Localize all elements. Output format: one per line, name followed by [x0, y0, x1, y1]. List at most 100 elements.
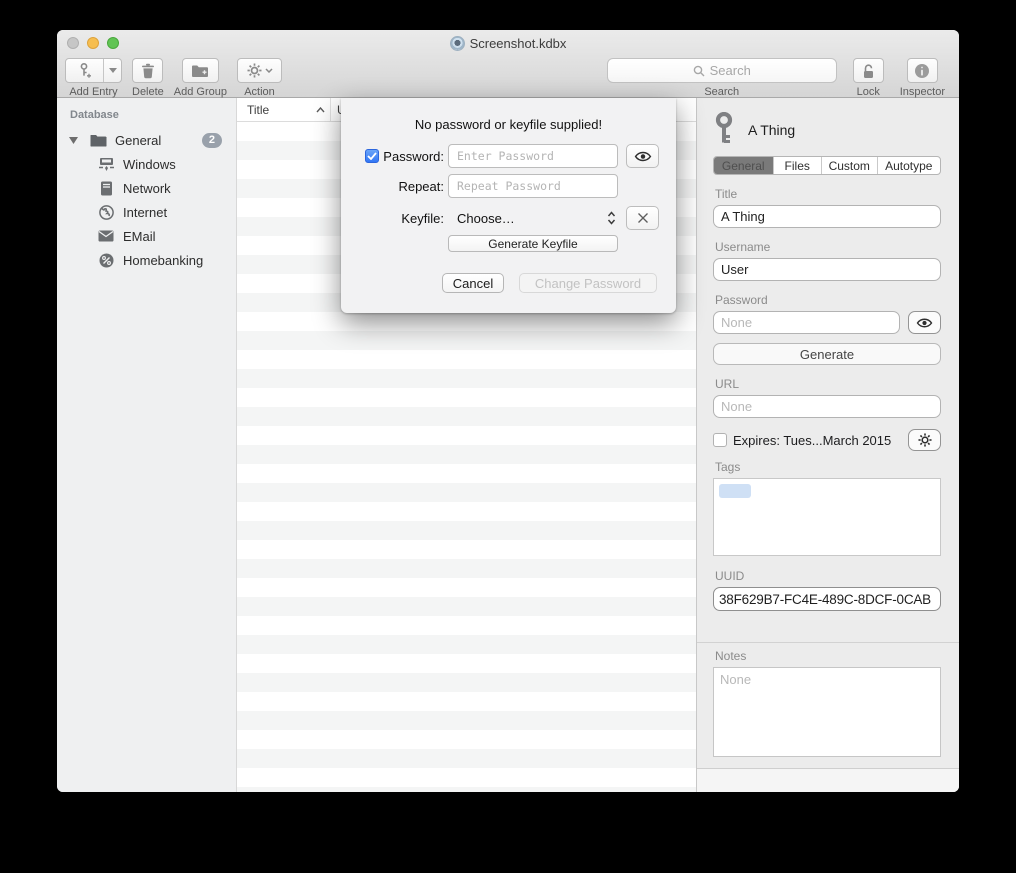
sheet-keyfile-label: Keyfile:	[401, 211, 444, 226]
inspector-panel: A Thing General Files Custom Autotype Ti…	[697, 98, 959, 792]
folder-plus-icon	[191, 64, 209, 78]
inspector-bottom-strip	[697, 769, 959, 792]
inspector-entry-header: A Thing	[697, 112, 959, 148]
sidebar-item-internet[interactable]: Internet	[57, 200, 236, 224]
tab-files[interactable]: Files	[773, 157, 821, 174]
password-checkbox[interactable]	[365, 149, 379, 163]
sheet-reveal-password-button[interactable]	[626, 144, 659, 168]
url-field[interactable]	[713, 395, 941, 418]
add-entry-dropdown-arrow[interactable]	[103, 59, 121, 82]
sidebar-item-general[interactable]: General 2	[57, 128, 236, 152]
tags-box[interactable]	[713, 478, 941, 556]
lock-label: Lock	[857, 86, 880, 98]
sidebar-item-network[interactable]: Network	[57, 176, 236, 200]
username-field-label: Username	[713, 240, 941, 254]
toolbar-item-search: Search Search	[607, 58, 837, 98]
repeat-row: Repeat:	[341, 174, 676, 198]
notes-label: Notes	[713, 649, 941, 663]
delete-button[interactable]	[132, 58, 163, 83]
inspector-button[interactable]	[907, 58, 938, 83]
expires-settings-button[interactable]	[908, 429, 941, 451]
sidebar-item-label: Windows	[123, 157, 176, 172]
repeat-password-input[interactable]	[448, 174, 618, 198]
titlebar[interactable]: Screenshot.kdbx	[57, 30, 959, 56]
change-password-button[interactable]: Change Password	[519, 273, 657, 293]
tab-autotype[interactable]: Autotype	[877, 157, 940, 174]
uuid-field[interactable]	[713, 587, 941, 611]
toolbar-item-delete: Delete	[132, 58, 164, 98]
tag-pill[interactable]	[719, 484, 751, 498]
expires-checkbox[interactable]	[713, 433, 727, 447]
toolbar-right-group: Search Search Lock	[607, 58, 945, 98]
uuid-label: UUID	[713, 569, 941, 583]
password-row: Password:	[341, 144, 676, 168]
toolbar-item-inspector: Inspector	[900, 58, 945, 98]
keyfile-popup-value: Choose…	[457, 211, 515, 226]
disclosure-triangle-icon[interactable]	[64, 137, 82, 144]
gear-icon	[918, 433, 932, 447]
tags-label: Tags	[713, 460, 941, 474]
enter-password-input[interactable]	[448, 144, 618, 168]
info-icon	[914, 63, 930, 79]
sidebar-item-windows[interactable]: Windows	[57, 152, 236, 176]
search-input[interactable]: Search	[607, 58, 837, 83]
add-entry-button[interactable]	[65, 58, 122, 83]
sidebar-item-label: General	[115, 133, 161, 148]
window-title-area: Screenshot.kdbx	[57, 30, 959, 56]
sheet-repeat-label: Repeat:	[398, 179, 444, 194]
entry-count-badge: 2	[202, 133, 222, 148]
close-x-icon	[637, 212, 649, 224]
check-icon	[367, 152, 377, 160]
title-field[interactable]	[713, 205, 941, 228]
search-icon	[693, 65, 705, 77]
reveal-password-button[interactable]	[908, 311, 941, 334]
username-field[interactable]	[713, 258, 941, 281]
gear-icon	[247, 63, 262, 78]
clear-keyfile-button[interactable]	[626, 206, 659, 230]
chevron-down-icon	[265, 68, 273, 73]
sheet-password-label: Password:	[383, 149, 444, 164]
title-field-label: Title	[713, 187, 941, 201]
toolbar: Add Entry Delete	[57, 56, 959, 98]
key-icon	[713, 112, 735, 148]
search-placeholder: Search	[710, 63, 751, 78]
envelope-icon	[97, 230, 115, 242]
toolbar-item-lock: Lock	[853, 58, 884, 98]
generate-password-button[interactable]: Generate	[713, 343, 941, 365]
lock-button[interactable]	[853, 58, 884, 83]
eye-icon	[916, 317, 933, 329]
sidebar-item-label: Internet	[123, 205, 167, 220]
sidebar-item-label: Network	[123, 181, 171, 196]
eye-icon	[634, 150, 652, 163]
trash-icon	[141, 63, 155, 79]
add-group-button[interactable]	[182, 58, 219, 83]
window-title: Screenshot.kdbx	[470, 36, 567, 51]
password-field[interactable]	[713, 311, 900, 334]
url-field-label: URL	[713, 377, 941, 391]
toolbar-item-add-group: Add Group	[174, 58, 227, 98]
column-header-title[interactable]: Title	[237, 98, 330, 121]
tab-custom[interactable]: Custom	[821, 157, 877, 174]
globe-icon	[97, 205, 115, 220]
keyfile-popup[interactable]: Choose…	[448, 206, 618, 230]
notes-field[interactable]	[713, 667, 941, 757]
sidebar-item-label: Homebanking	[123, 253, 203, 268]
sidebar-item-label: EMail	[123, 229, 156, 244]
action-button[interactable]	[237, 58, 282, 83]
workgroup-icon	[97, 157, 115, 172]
generate-keyfile-button[interactable]: Generate Keyfile	[448, 235, 618, 252]
folder-icon	[90, 134, 107, 147]
document-proxy-icon	[450, 36, 465, 51]
sort-ascending-icon	[316, 107, 325, 113]
sidebar-section-header: Database	[70, 109, 236, 121]
toolbar-item-action: Action	[237, 58, 282, 98]
key-plus-icon[interactable]	[66, 59, 103, 82]
tab-general[interactable]: General	[714, 157, 773, 174]
server-icon	[97, 181, 115, 196]
sidebar-item-email[interactable]: EMail	[57, 224, 236, 248]
cancel-button[interactable]: Cancel	[442, 273, 504, 293]
window-chrome: Screenshot.kdbx	[57, 30, 959, 98]
sidebar: Database General 2	[57, 98, 237, 792]
sidebar-item-homebanking[interactable]: Homebanking	[57, 248, 236, 272]
inspector-tabs: General Files Custom Autotype	[713, 156, 941, 175]
